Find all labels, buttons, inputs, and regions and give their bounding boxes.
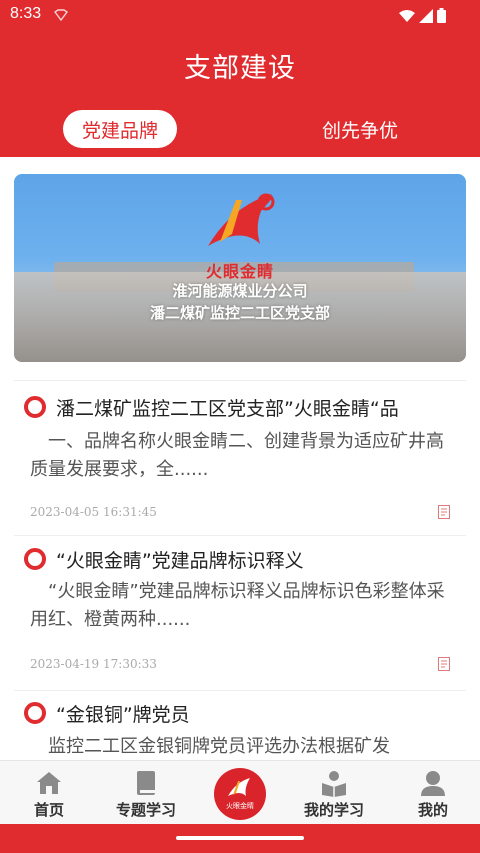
page-title: 支部建设 <box>184 53 296 84</box>
nav-center-brand-button[interactable]: 火眼金睛 <box>214 768 266 820</box>
banner-branch: 潘二煤矿监控二工区党支部 <box>149 304 330 322</box>
home-gesture-handle[interactable] <box>176 836 304 840</box>
wifi-icon <box>399 9 415 22</box>
brand-logo-icon <box>208 193 275 246</box>
article-summary: 监控二工区金银铜牌党员评选办法根据矿发 <box>48 736 390 757</box>
list-item[interactable]: 潘二煤矿监控二工区党支部”火眼金睛“品 一、品牌名称火眼金睛二、创建背景为适应矿… <box>0 381 480 535</box>
document-badge-icon <box>438 657 450 671</box>
app-header: 8:33 支部建设 党建品牌 创先争优 <box>0 0 480 157</box>
nav-my-study-label: 我的学习 <box>303 801 364 819</box>
signal-icon <box>419 8 433 23</box>
nav-mine[interactable]: 我的 <box>406 761 460 825</box>
brand-banner[interactable]: 火眼金睛 淮河能源煤业分公司 潘二煤矿监控二工区党支部 <box>14 174 466 362</box>
bullet-ring-icon <box>24 702 46 724</box>
status-time: 8:33 <box>10 5 42 22</box>
bullet-ring-icon <box>24 548 46 570</box>
article-date: 2023-04-19 17:30:33 <box>30 657 157 671</box>
list-item[interactable]: “金银铜”牌党员 监控二工区金银铜牌党员评选办法根据矿发 <box>0 691 480 760</box>
status-bar: 8:33 <box>0 0 480 30</box>
bullet-ring-icon <box>24 396 46 418</box>
article-summary: “火眼金睛”党建品牌标识释义品牌标识色彩整体采用红、橙黄两种...... <box>30 581 445 630</box>
brand-logo-icon <box>228 778 250 796</box>
home-icon <box>37 772 61 794</box>
user-icon <box>421 771 445 796</box>
article-date: 2023-04-05 16:31:45 <box>30 505 157 519</box>
tab-excellence[interactable]: 创先争优 <box>296 110 424 148</box>
status-icons <box>399 8 446 23</box>
banner-brand-name: 火眼金睛 <box>205 262 274 281</box>
article-summary: 一、品牌名称火眼金睛二、创建背景为适应矿井高质量发展要求，全...... <box>30 431 444 480</box>
nav-center-label: 火眼金睛 <box>226 802 254 810</box>
book-icon <box>137 771 155 795</box>
banner-company: 淮河能源煤业分公司 <box>172 282 308 300</box>
tab-party-brand[interactable]: 党建品牌 <box>63 110 177 148</box>
nav-topic-study-label: 专题学习 <box>115 801 176 819</box>
document-badge-icon <box>438 505 450 519</box>
nav-mine-label: 我的 <box>417 801 448 819</box>
list-item[interactable]: “火眼金睛”党建品牌标识释义 “火眼金睛”党建品牌标识释义品牌标识色彩整体采用红… <box>0 536 480 690</box>
nav-home[interactable]: 首页 <box>22 761 76 825</box>
notification-icon <box>54 9 68 21</box>
battery-icon <box>437 8 446 23</box>
nav-my-study[interactable]: 我的学习 <box>296 761 372 825</box>
nav-home-label: 首页 <box>33 801 64 819</box>
reading-person-icon <box>322 771 346 797</box>
article-title: “金银铜”牌党员 <box>56 704 190 726</box>
nav-topic-study[interactable]: 专题学习 <box>108 761 184 825</box>
article-title: 潘二煤矿监控二工区党支部”火眼金睛“品 <box>56 398 399 420</box>
article-title: “火眼金睛”党建品牌标识释义 <box>56 550 304 572</box>
